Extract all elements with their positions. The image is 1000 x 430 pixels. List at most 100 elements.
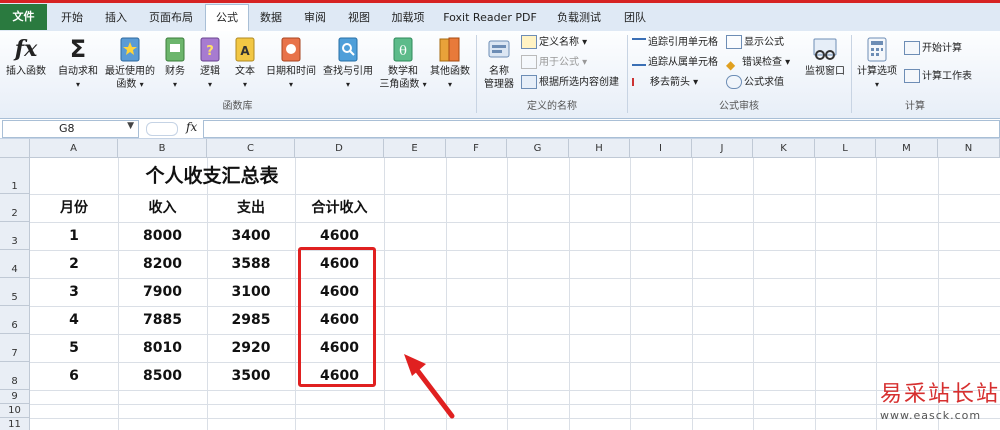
header-cell-expense[interactable]: 支出 [207, 194, 295, 222]
data-cell[interactable]: 3400 [207, 222, 295, 250]
autosum-button[interactable]: Σ 自动求和 ▾ [55, 35, 101, 91]
remove-arrows-button[interactable]: 移去箭头 ▾ [632, 74, 698, 92]
column-header-l[interactable]: L [815, 139, 876, 158]
column-header-k[interactable]: K [753, 139, 815, 158]
insert-function-fx-icon[interactable]: fx [186, 120, 197, 134]
name-manager-button[interactable]: 名称 管理器 [480, 35, 518, 91]
column-header-c[interactable]: C [207, 139, 295, 158]
data-cell[interactable]: 2920 [207, 334, 295, 362]
insert-function-button[interactable]: fx 插入函数 [2, 35, 50, 78]
watch-window-label: 监视窗口 [805, 66, 845, 77]
header-cell-total[interactable]: 合计收入 [295, 194, 384, 222]
show-formulas-button[interactable]: 显示公式 [726, 34, 784, 52]
tab-load-test[interactable]: 负载测试 [551, 5, 607, 30]
calculation-options-button[interactable]: 计算选项 ▾ [854, 35, 900, 91]
row-header-4[interactable]: 4 [0, 250, 30, 278]
trace-precedents-button[interactable]: 追踪引用单元格 [632, 34, 718, 52]
tab-data[interactable]: 数据 [253, 5, 289, 30]
tab-review[interactable]: 审阅 [297, 5, 333, 30]
data-cell[interactable]: 4 [30, 306, 118, 334]
watermark-url: www.easck.com [880, 409, 982, 422]
row-header-2[interactable]: 2 [0, 194, 30, 222]
select-all-corner[interactable] [0, 139, 30, 158]
calculate-sheet-label: 计算工作表 [922, 71, 972, 82]
data-cell[interactable]: 3588 [207, 250, 295, 278]
calc-sheet-icon [904, 69, 920, 83]
trace-dependents-button[interactable]: 追踪从属单元格 [632, 54, 718, 72]
name-box[interactable]: G8 ▼ [2, 120, 139, 138]
row-header-8[interactable]: 8 [0, 362, 30, 390]
column-header-g[interactable]: G [507, 139, 569, 158]
other-functions-button[interactable]: 其他函数 ▾ [428, 35, 472, 91]
math-trig-button[interactable]: θ 数学和 三角函数 ▾ [376, 35, 430, 91]
data-cell[interactable]: 3500 [207, 362, 295, 390]
column-header-f[interactable]: F [446, 139, 507, 158]
data-cell[interactable]: 1 [30, 222, 118, 250]
data-cell[interactable]: 8000 [118, 222, 207, 250]
tab-file[interactable]: 文件 [0, 4, 47, 30]
column-header-b[interactable]: B [118, 139, 207, 158]
lookup-button[interactable]: 查找与引用 ▾ [320, 35, 376, 91]
data-cell[interactable]: 2985 [207, 306, 295, 334]
row-header-11[interactable]: 11 [0, 418, 30, 430]
financial-book-icon [165, 37, 185, 62]
column-header-d[interactable]: D [295, 139, 384, 158]
evaluate-formula-button[interactable]: 公式求值 [726, 74, 784, 92]
column-header-i[interactable]: I [630, 139, 692, 158]
tab-addins[interactable]: 加载项 [385, 5, 431, 30]
data-cell[interactable]: 7900 [118, 278, 207, 306]
tab-foxit-pdf[interactable]: Foxit Reader PDF [440, 5, 540, 30]
define-name-button[interactable]: 定义名称 ▾ [521, 34, 587, 52]
column-header-e[interactable]: E [384, 139, 446, 158]
tab-page-layout[interactable]: 页面布局 [141, 5, 201, 30]
column-header-a[interactable]: A [30, 139, 118, 158]
row-header-3[interactable]: 3 [0, 222, 30, 250]
tab-home[interactable]: 开始 [53, 5, 91, 30]
financial-button[interactable]: 财务 ▾ [160, 35, 190, 91]
sheet-title-cell[interactable]: 个人收支汇总表 [118, 161, 306, 191]
data-cell[interactable]: 3 [30, 278, 118, 306]
text-book-icon: A [235, 37, 255, 62]
data-cell[interactable]: 8200 [118, 250, 207, 278]
recent-functions-button[interactable]: 最近使用的 函数 ▾ [102, 35, 158, 91]
data-cell[interactable]: 2 [30, 250, 118, 278]
column-header-n[interactable]: N [938, 139, 1000, 158]
row-header-9[interactable]: 9 [0, 390, 30, 404]
row-header-5[interactable]: 5 [0, 278, 30, 306]
tab-insert[interactable]: 插入 [97, 5, 135, 30]
logical-button[interactable]: ? 逻辑 ▾ [195, 35, 225, 91]
row-header-1[interactable]: 1 [0, 158, 30, 194]
column-header-h[interactable]: H [569, 139, 630, 158]
data-cell[interactable]: 3100 [207, 278, 295, 306]
create-from-selection-button[interactable]: 根据所选内容创建 [521, 74, 619, 92]
group-label-defined-names: 定义的名称 [527, 101, 577, 112]
calculate-sheet-button[interactable]: 计算工作表 [904, 68, 972, 86]
watch-window-button[interactable]: 监视窗口 [802, 35, 848, 78]
row-header-7[interactable]: 7 [0, 334, 30, 362]
tab-team[interactable]: 团队 [616, 5, 654, 30]
formula-bar-resize-handle[interactable] [146, 122, 178, 136]
tab-formulas[interactable]: 公式 [205, 4, 249, 32]
data-cell[interactable]: 6 [30, 362, 118, 390]
error-checking-button[interactable]: ◆ 错误检查 ▾ [726, 54, 790, 72]
data-cell[interactable]: 5 [30, 334, 118, 362]
calculate-now-button[interactable]: 开始计算 [904, 40, 962, 58]
row-header-6[interactable]: 6 [0, 306, 30, 334]
column-header-j[interactable]: J [692, 139, 753, 158]
header-cell-income[interactable]: 收入 [118, 194, 207, 222]
header-cell-month[interactable]: 月份 [30, 194, 118, 222]
data-cell[interactable]: 7885 [118, 306, 207, 334]
data-cell[interactable]: 8010 [118, 334, 207, 362]
formula-input[interactable] [203, 120, 1000, 138]
data-cell[interactable]: 4600 [295, 222, 384, 250]
chevron-down-icon[interactable]: ▼ [127, 121, 134, 131]
datetime-button[interactable]: 日期和时间 ▾ [262, 35, 320, 91]
data-cell[interactable]: 8500 [118, 362, 207, 390]
trace-dependents-label: 追踪从属单元格 [648, 57, 718, 68]
tab-view[interactable]: 视图 [341, 5, 377, 30]
column-header-m[interactable]: M [876, 139, 938, 158]
name-manager-icon [488, 40, 510, 58]
row-header-10[interactable]: 10 [0, 404, 30, 418]
use-in-formula-button[interactable]: 用于公式 ▾ [521, 54, 587, 72]
text-button[interactable]: A 文本 ▾ [230, 35, 260, 91]
